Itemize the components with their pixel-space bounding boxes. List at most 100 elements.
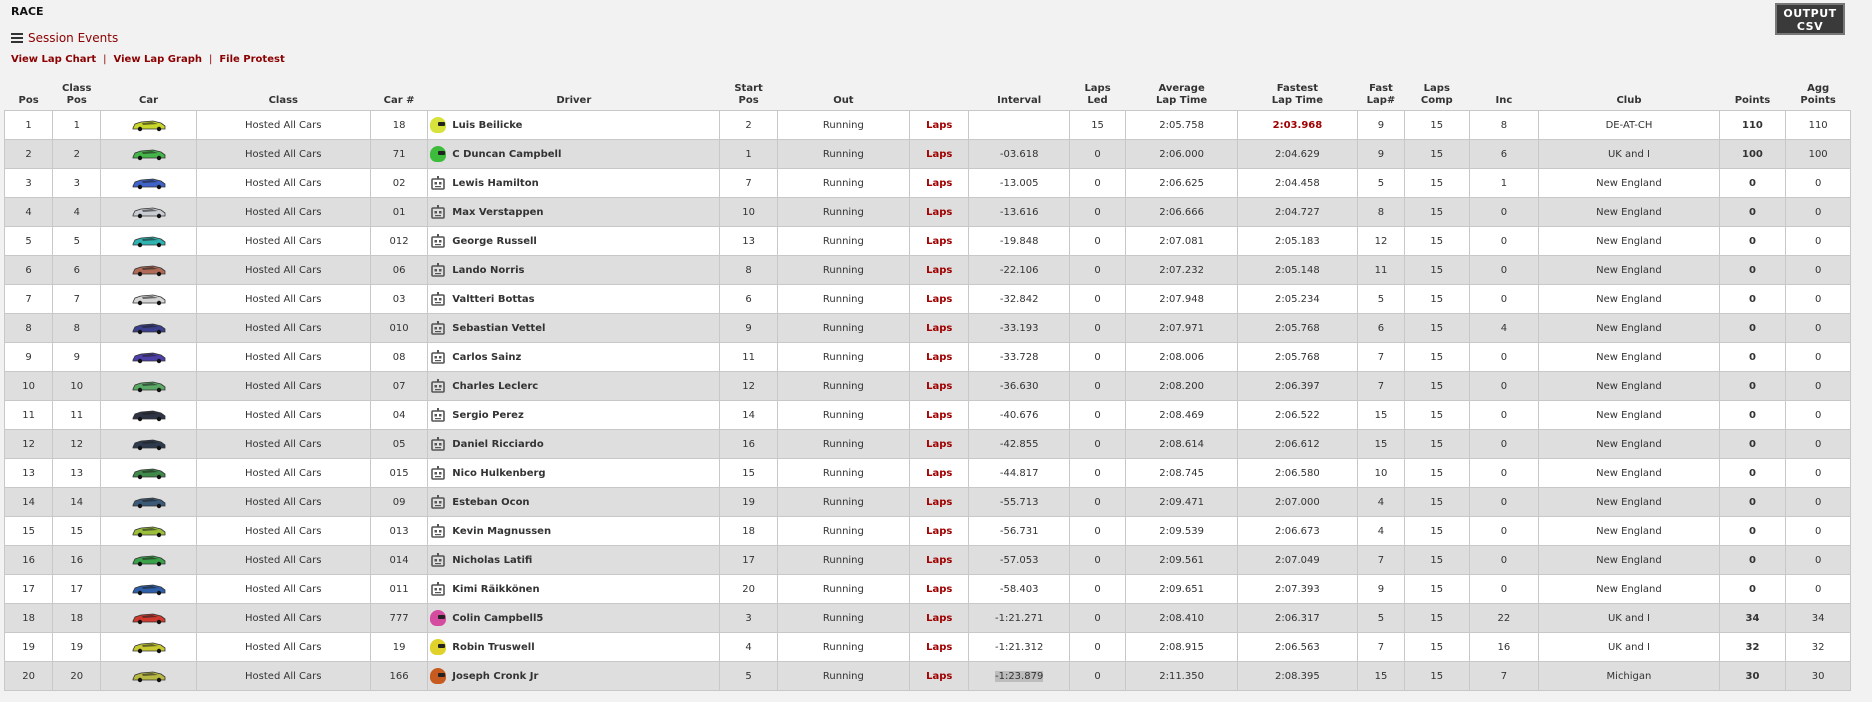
cell-laps-comp: 15 — [1404, 603, 1470, 633]
file-protest-link[interactable]: File Protest — [219, 54, 284, 65]
driver-name[interactable]: Luis Beilicke — [452, 120, 522, 131]
cell-driver[interactable]: Lando Norris — [427, 255, 721, 285]
cell-fast-lap-number: 5 — [1356, 284, 1406, 314]
cell-laps-comp: 15 — [1404, 110, 1470, 140]
col-header-class[interactable]: Class — [196, 80, 370, 111]
cell-driver[interactable]: Nico Hulkenberg — [427, 458, 721, 488]
laps-link[interactable]: Laps — [926, 584, 952, 595]
cell-driver[interactable]: George Russell — [427, 226, 721, 256]
driver-name[interactable]: Colin Campbell5 — [452, 613, 543, 624]
cell-club: UK and I — [1538, 632, 1720, 662]
laps-link[interactable]: Laps — [926, 613, 952, 624]
cell-pos: 1 — [3, 110, 54, 140]
col-header-fast-lap-number[interactable]: Fast Lap# — [1357, 80, 1404, 111]
laps-link[interactable]: Laps — [926, 352, 952, 363]
laps-link[interactable]: Laps — [926, 555, 952, 566]
driver-name[interactable]: Daniel Ricciardo — [452, 439, 543, 450]
cell-driver[interactable]: Luis Beilicke — [427, 110, 721, 140]
cell-driver[interactable]: Daniel Ricciardo — [427, 429, 721, 459]
driver-name[interactable]: Carlos Sainz — [452, 352, 521, 363]
cell-inc: 0 — [1468, 400, 1540, 430]
col-header-driver[interactable]: Driver — [428, 80, 720, 111]
cell-driver[interactable]: Sebastian Vettel — [427, 313, 721, 343]
col-header-pos[interactable]: Pos — [5, 80, 53, 111]
laps-link[interactable]: Laps — [926, 236, 952, 247]
col-header-points[interactable]: Points — [1719, 80, 1786, 111]
laps-link[interactable]: Laps — [926, 468, 952, 479]
col-header-laps-led[interactable]: Laps Led — [1069, 80, 1125, 111]
view-lap-graph-link[interactable]: View Lap Graph — [114, 54, 202, 65]
session-events-toggle[interactable]: Session Events — [11, 31, 118, 45]
driver-name[interactable]: Sergio Perez — [452, 410, 524, 421]
driver-name[interactable]: Max Verstappen — [452, 207, 543, 218]
cell-car — [100, 284, 197, 314]
laps-link[interactable]: Laps — [926, 178, 952, 189]
cell-agg-points: 0 — [1785, 168, 1851, 198]
driver-name[interactable]: Nico Hulkenberg — [452, 468, 545, 479]
cell-driver[interactable]: Charles Leclerc — [427, 371, 721, 401]
driver-name[interactable]: Valtteri Bottas — [452, 294, 534, 305]
laps-link[interactable]: Laps — [926, 294, 952, 305]
cell-driver[interactable]: Nicholas Latifi — [427, 545, 721, 575]
driver-name[interactable]: Kimi Räikkönen — [452, 584, 539, 595]
cell-club: New England — [1538, 458, 1720, 488]
driver-name[interactable]: Lando Norris — [452, 265, 524, 276]
col-header-interval[interactable]: Interval — [969, 80, 1069, 111]
laps-link[interactable]: Laps — [926, 642, 952, 653]
driver-name[interactable]: George Russell — [452, 236, 537, 247]
cell-driver[interactable]: Valtteri Bottas — [427, 284, 721, 314]
col-header-club[interactable]: Club — [1539, 80, 1719, 111]
cell-fastest-lap-time: 2:07.049 — [1236, 545, 1358, 575]
laps-link[interactable]: Laps — [926, 149, 952, 160]
cell-driver[interactable]: Esteban Ocon — [427, 487, 721, 517]
cell-driver[interactable]: Lewis Hamilton — [427, 168, 721, 198]
driver-name[interactable]: Sebastian Vettel — [452, 323, 545, 334]
driver-name[interactable]: Esteban Ocon — [452, 497, 529, 508]
col-header-agg-points[interactable]: Agg Points — [1786, 80, 1851, 111]
laps-link[interactable]: Laps — [926, 323, 952, 334]
cell-driver[interactable]: Max Verstappen — [427, 197, 721, 227]
cell-average-lap-time: 2:09.651 — [1125, 574, 1238, 604]
view-lap-chart-link[interactable]: View Lap Chart — [11, 54, 96, 65]
col-header-average-lap-time[interactable]: Average Lap Time — [1126, 80, 1238, 111]
cell-driver[interactable]: Kevin Magnussen — [427, 516, 721, 546]
laps-link[interactable]: Laps — [926, 410, 952, 421]
col-header-car-number[interactable]: Car # — [370, 80, 427, 111]
output-csv-button[interactable]: OUTPUT CSV — [1775, 3, 1845, 35]
driver-name[interactable]: Robin Truswell — [452, 642, 534, 653]
laps-link[interactable]: Laps — [926, 497, 952, 508]
laps-link[interactable]: Laps — [926, 671, 952, 682]
col-header-class-pos[interactable]: Class Pos — [53, 80, 101, 111]
ai-driver-icon — [431, 205, 446, 219]
cell-driver[interactable]: Robin Truswell — [427, 632, 721, 662]
laps-link[interactable]: Laps — [926, 207, 952, 218]
cell-driver[interactable]: Sergio Perez — [427, 400, 721, 430]
driver-name[interactable]: Charles Leclerc — [452, 381, 538, 392]
laps-link[interactable]: Laps — [926, 120, 952, 131]
driver-name[interactable]: Nicholas Latifi — [452, 555, 532, 566]
col-header-inc[interactable]: Inc — [1469, 80, 1539, 111]
col-header-fastest-lap-time[interactable]: Fastest Lap Time — [1237, 80, 1357, 111]
cell-agg-points: 32 — [1785, 632, 1851, 662]
col-header-start-pos[interactable]: Start Pos — [720, 80, 777, 111]
car-livery-image — [132, 671, 165, 683]
driver-name[interactable]: Joseph Cronk Jr — [452, 671, 538, 682]
cell-driver[interactable]: Colin Campbell5 — [427, 603, 721, 633]
driver-name[interactable]: C Duncan Campbell — [452, 149, 561, 160]
col-header-car[interactable]: Car — [101, 80, 196, 111]
col-header-laps-comp[interactable]: Laps Comp — [1405, 80, 1470, 111]
cell-pos: 16 — [3, 545, 54, 575]
laps-link[interactable]: Laps — [926, 381, 952, 392]
cell-driver[interactable]: Carlos Sainz — [427, 342, 721, 372]
cell-driver[interactable]: C Duncan Campbell — [427, 139, 721, 169]
driver-name[interactable]: Kevin Magnussen — [452, 526, 551, 537]
table-row: 12 12 Hosted All Cars 05 Daniel Ricciardo 16 R… — [3, 429, 1851, 459]
laps-link[interactable]: Laps — [926, 526, 952, 537]
driver-name[interactable]: Lewis Hamilton — [452, 178, 538, 189]
cell-class-pos: 19 — [52, 632, 102, 662]
laps-link[interactable]: Laps — [926, 265, 952, 276]
cell-driver[interactable]: Joseph Cronk Jr — [427, 661, 721, 691]
col-header-out[interactable]: Out — [777, 80, 909, 111]
cell-driver[interactable]: Kimi Räikkönen — [427, 574, 721, 604]
laps-link[interactable]: Laps — [926, 439, 952, 450]
